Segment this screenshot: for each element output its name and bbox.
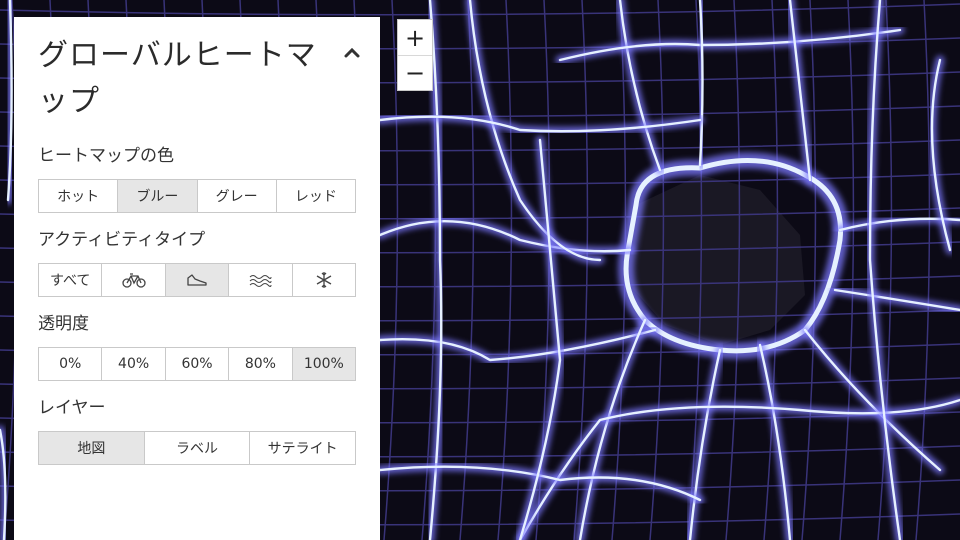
activity-option-run[interactable]: [164, 263, 230, 297]
opacity-option-0[interactable]: 0%: [38, 347, 103, 381]
activity-option-ride[interactable]: [101, 263, 166, 297]
opacity-label: 透明度: [38, 314, 89, 334]
activity-type-selector: すべて: [38, 263, 357, 297]
color-option-gray[interactable]: グレー: [196, 179, 277, 213]
running-shoe-icon: [187, 274, 207, 286]
snowflake-icon: [316, 272, 332, 288]
water-waves-icon: [250, 275, 272, 287]
zoom-out-button[interactable]: −: [398, 55, 432, 90]
activity-option-all[interactable]: すべて: [38, 263, 103, 297]
heatmap-settings-panel: グローバルヒートマップ ヒートマップの色 ホット ブルー グレー レッド アクテ…: [14, 17, 380, 540]
heatmap-color-selector: ホット ブルー グレー レッド: [38, 179, 356, 213]
heatmap-color-label: ヒートマップの色: [38, 146, 174, 166]
zoom-in-button[interactable]: +: [398, 20, 432, 55]
activity-option-water[interactable]: [228, 263, 293, 297]
zoom-control: + −: [397, 19, 433, 91]
opacity-option-100[interactable]: 100%: [291, 347, 357, 381]
color-option-red[interactable]: レッド: [275, 179, 356, 213]
opacity-selector: 0% 40% 60% 80% 100%: [38, 347, 357, 381]
opacity-option-80[interactable]: 80%: [228, 347, 293, 381]
panel-title: グローバルヒートマップ: [38, 38, 317, 119]
layer-selector: 地図 ラベル サテライト: [38, 431, 357, 465]
opacity-option-60[interactable]: 60%: [164, 347, 230, 381]
layer-option-satellite[interactable]: サテライト: [249, 431, 357, 465]
layer-option-map[interactable]: 地図: [38, 431, 145, 465]
layer-label: レイヤー: [38, 398, 106, 418]
color-option-blue[interactable]: ブルー: [117, 179, 198, 213]
color-option-hot[interactable]: ホット: [38, 179, 119, 213]
opacity-option-40[interactable]: 40%: [101, 347, 166, 381]
layer-option-labels[interactable]: ラベル: [143, 431, 251, 465]
activity-type-label: アクティビティタイプ: [38, 230, 206, 250]
activity-option-winter[interactable]: [291, 263, 357, 297]
bicycle-icon: [121, 273, 146, 288]
chevron-up-icon: [344, 47, 360, 58]
collapse-button[interactable]: [340, 41, 364, 65]
